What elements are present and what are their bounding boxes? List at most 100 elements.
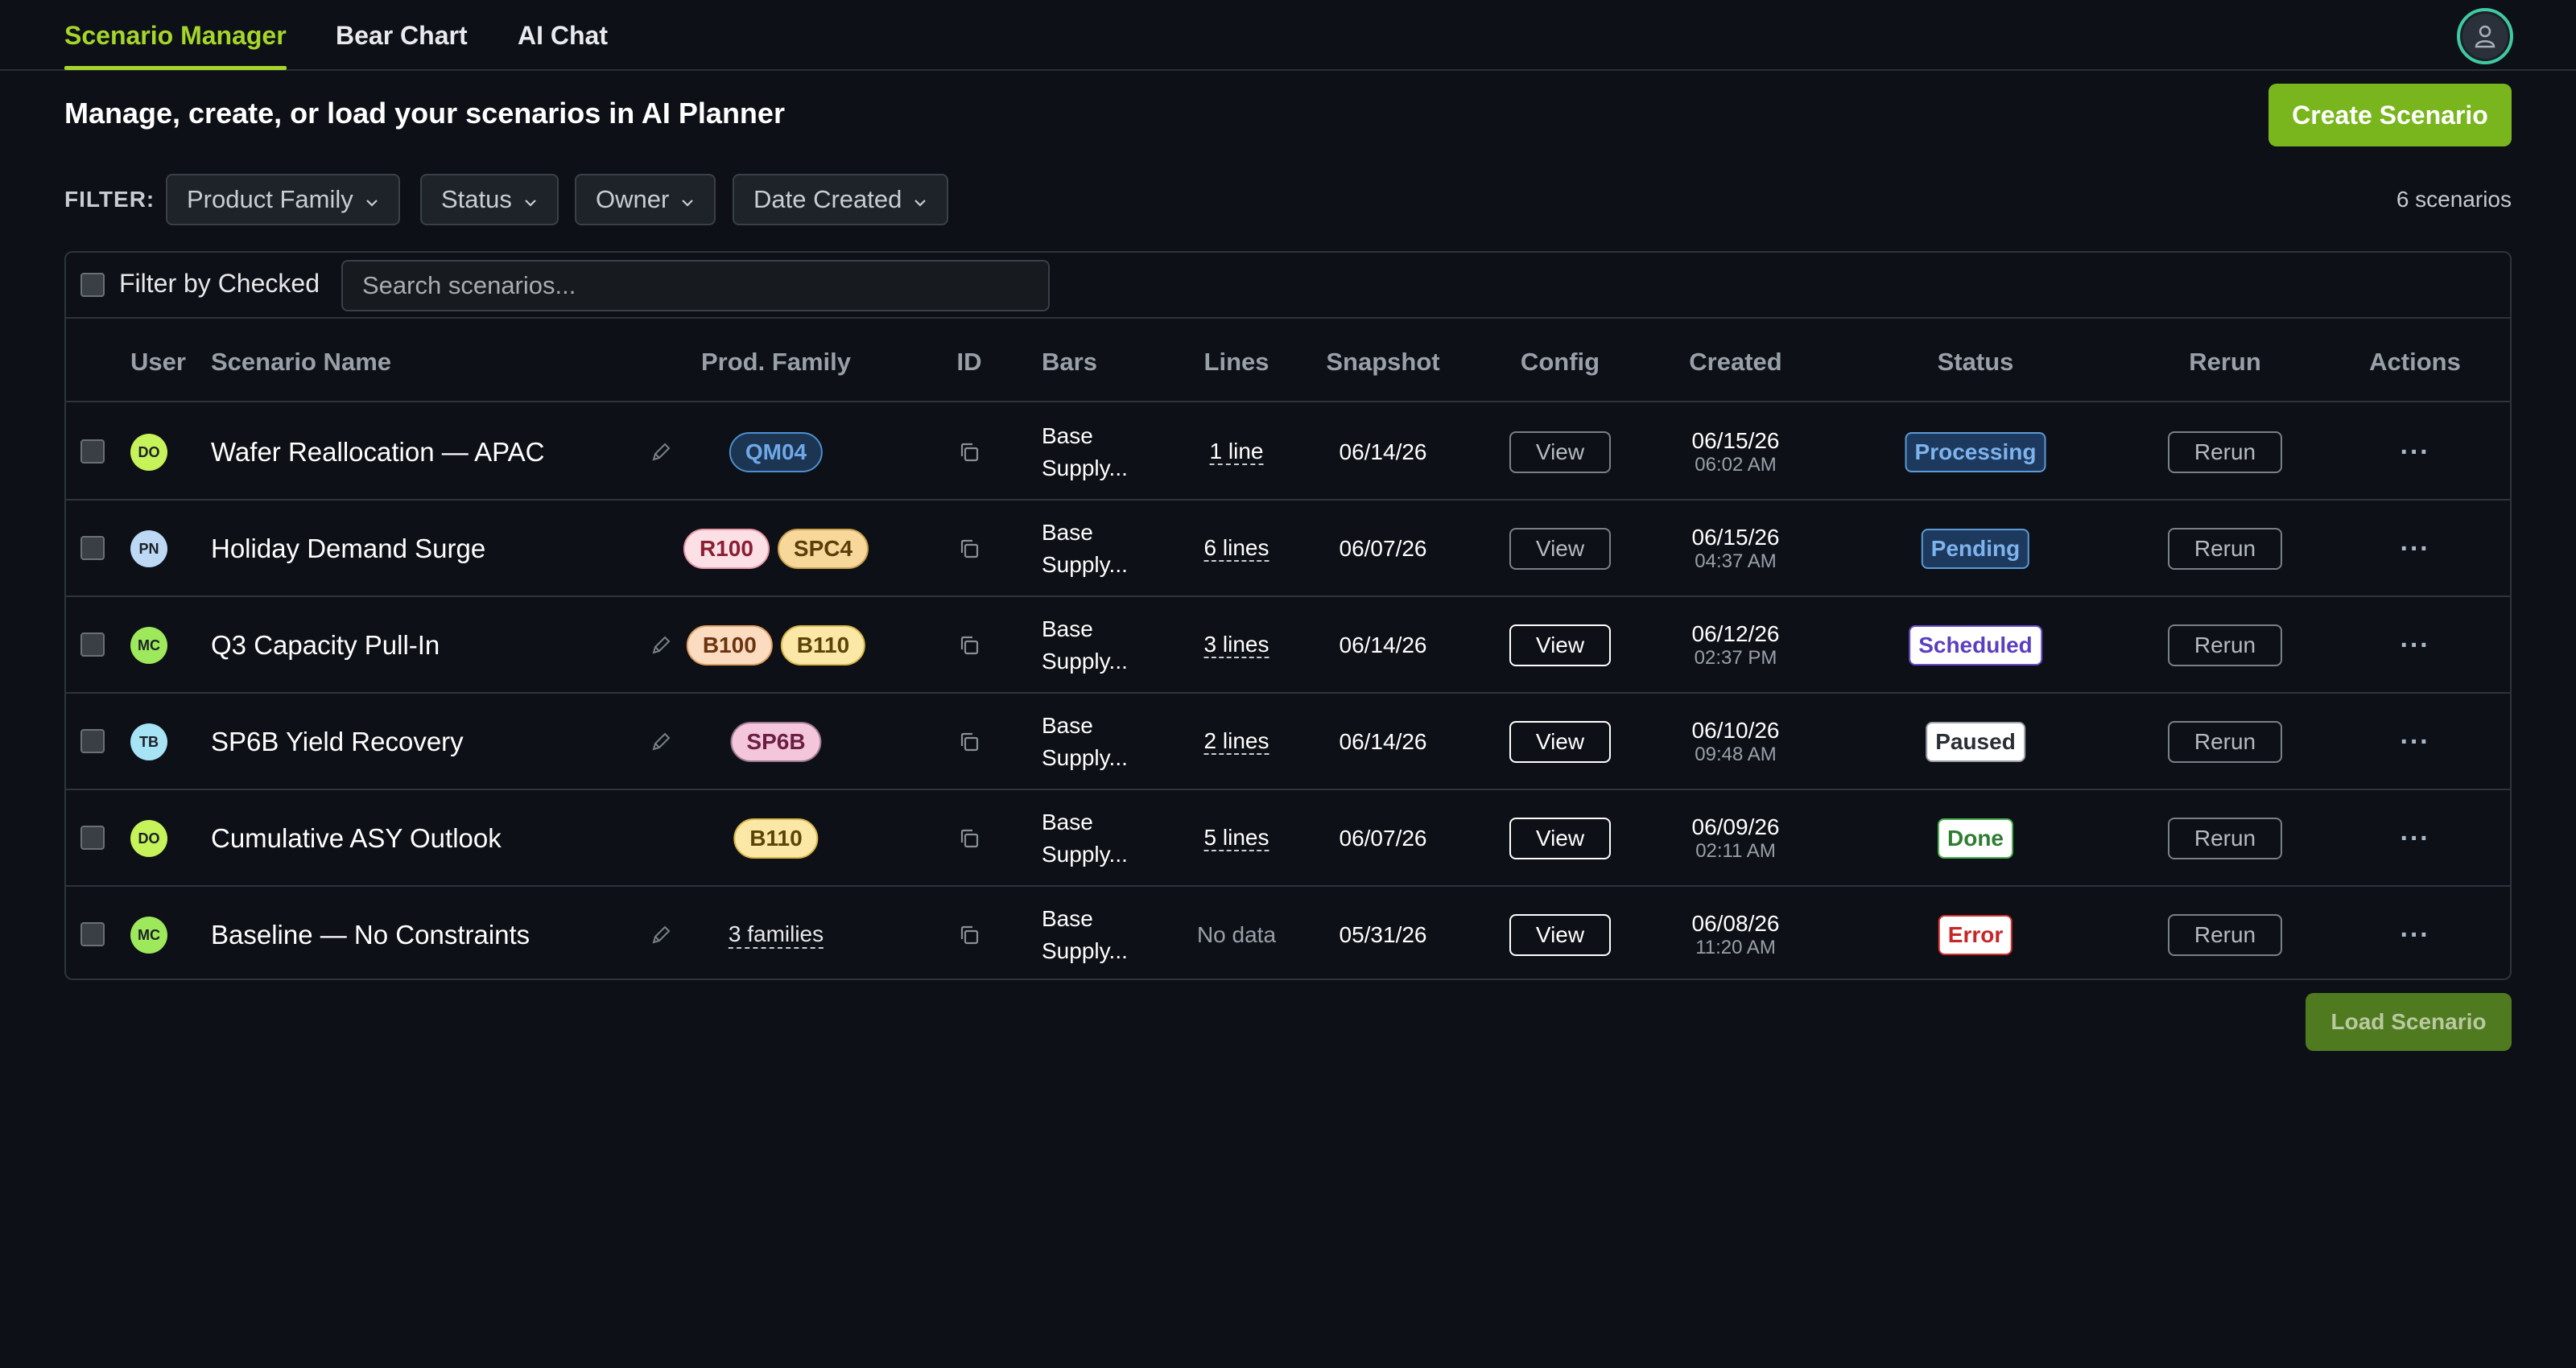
table-row[interactable]: MC Baseline — No Constraints 3 families … [66,887,2510,979]
lines-link[interactable]: 6 lines [1203,536,1269,562]
created-date: 06/09/26 [1691,814,1780,839]
view-config-button[interactable]: View [1509,914,1611,956]
copy-id-icon[interactable] [956,694,982,790]
load-scenario-button[interactable]: Load Scenario [2306,993,2512,1051]
scenario-name[interactable]: Wafer Reallocation — APAC [211,437,545,468]
product-family-pill[interactable]: B100 [686,625,773,665]
table-row[interactable]: DO Cumulative ASY Outlook B110 Base Suppl… [66,790,2510,887]
view-config-button[interactable]: View [1509,431,1611,473]
column-header-config[interactable]: Config [1521,348,1600,377]
lines-link[interactable]: 1 line [1209,439,1264,465]
column-header-id[interactable]: ID [957,348,982,377]
bars-cell: Base Supply... [1042,517,1128,581]
scenarios-table: Filter by Checked User Scenario Name Pro… [64,251,2512,980]
filter-product-family-dropdown[interactable]: Product Family [166,174,400,225]
more-actions-icon[interactable]: ··· [2401,630,2430,661]
more-actions-icon[interactable]: ··· [2401,823,2430,855]
column-header-snapshot[interactable]: Snapshot [1326,348,1439,377]
table-row[interactable]: TB SP6B Yield Recovery SP6B Base Supply..… [66,694,2510,790]
row-select-checkbox[interactable] [80,729,105,753]
product-family-pill[interactable]: SPC4 [777,529,869,569]
more-actions-icon[interactable]: ··· [2401,920,2430,951]
filter-dropdown-label: Product Family [187,185,353,213]
copy-id-icon[interactable] [956,887,982,979]
edit-name-icon[interactable] [649,597,673,694]
more-actions-icon[interactable]: ··· [2401,534,2430,565]
product-family-pill[interactable]: B110 [780,625,866,665]
filter-by-checked-checkbox[interactable] [80,273,105,297]
snapshot-date: 06/14/26 [1339,632,1427,657]
scenario-name[interactable]: Q3 Capacity Pull-In [211,630,440,661]
table-header: User Scenario Name Prod. Family ID Bars … [66,320,2510,402]
scenario-name[interactable]: Cumulative ASY Outlook [211,823,502,854]
product-family-pill[interactable]: QM04 [729,432,824,472]
view-config-button[interactable]: View [1509,624,1611,666]
table-row[interactable]: PN Holiday Demand Surge R100 SPC4 Base Sup… [66,501,2510,597]
filter-date-created-dropdown[interactable]: Date Created [733,174,949,225]
created-date: 06/15/26 [1691,525,1780,550]
product-family-pill[interactable]: B110 [733,818,819,859]
created-time: 11:20 AM [1695,937,1776,958]
column-header-scenario-name[interactable]: Scenario Name [211,348,391,377]
copy-id-icon[interactable] [956,501,982,597]
view-config-button[interactable]: View [1509,528,1611,570]
table-row[interactable]: MC Q3 Capacity Pull-In B100 B110 Base Supp… [66,597,2510,694]
user-avatar: TB [130,723,167,760]
created-date: 06/08/26 [1691,911,1780,936]
view-config-button[interactable]: View [1509,818,1611,859]
lines-link[interactable]: 3 lines [1203,632,1269,658]
copy-id-icon[interactable] [956,404,982,501]
column-header-actions[interactable]: Actions [2369,348,2461,377]
product-family-pill[interactable]: R100 [683,529,770,569]
search-input[interactable] [341,260,1050,311]
snapshot-date: 06/14/26 [1339,729,1427,754]
column-header-prod-family[interactable]: Prod. Family [701,348,851,377]
bars-line-2: Supply... [1042,455,1128,480]
rerun-button[interactable]: Rerun [2168,624,2282,666]
created-date: 06/12/26 [1691,621,1780,646]
column-header-created[interactable]: Created [1689,348,1781,377]
column-header-rerun[interactable]: Rerun [2189,348,2261,377]
profile-avatar-button[interactable] [2457,8,2513,64]
rerun-button[interactable]: Rerun [2168,818,2282,859]
column-header-lines[interactable]: Lines [1204,348,1269,377]
tab-bear-chart[interactable]: Bear Chart [336,19,468,69]
copy-id-icon[interactable] [956,790,982,887]
column-header-bars[interactable]: Bars [1042,348,1097,377]
rerun-button[interactable]: Rerun [2168,528,2282,570]
column-header-status[interactable]: Status [1938,348,2014,377]
row-select-checkbox[interactable] [80,922,105,946]
view-config-button[interactable]: View [1509,721,1611,763]
more-actions-icon[interactable]: ··· [2401,727,2430,758]
rerun-button[interactable]: Rerun [2168,721,2282,763]
edit-name-icon[interactable] [649,887,673,979]
scenario-name[interactable]: Holiday Demand Surge [211,534,485,564]
scenario-name[interactable]: Baseline — No Constraints [211,920,530,950]
edit-name-icon[interactable] [649,694,673,790]
product-family-pill[interactable]: SP6B [730,722,822,762]
filter-owner-dropdown[interactable]: Owner [575,174,716,225]
create-scenario-button[interactable]: Create Scenario [2268,84,2512,146]
more-actions-icon[interactable]: ··· [2401,437,2430,468]
lines-link[interactable]: 2 lines [1203,729,1269,755]
lines-link[interactable]: 5 lines [1203,826,1269,851]
user-avatar: DO [130,434,167,471]
column-header-user[interactable]: User [130,348,186,377]
created-time: 02:37 PM [1694,647,1777,669]
row-select-checkbox[interactable] [80,536,105,560]
tab-ai-chat[interactable]: AI Chat [518,19,608,69]
filter-status-dropdown[interactable]: Status [420,174,559,225]
row-select-checkbox[interactable] [80,439,105,464]
scenario-name[interactable]: SP6B Yield Recovery [211,727,464,757]
created-time: 02:11 AM [1695,840,1776,862]
rerun-button[interactable]: Rerun [2168,914,2282,956]
row-select-checkbox[interactable] [80,826,105,850]
product-families-link[interactable]: 3 families [728,921,824,949]
row-select-checkbox[interactable] [80,632,105,657]
edit-name-icon[interactable] [649,404,673,501]
rerun-button[interactable]: Rerun [2168,431,2282,473]
table-row[interactable]: DO Wafer Reallocation — APAC QM04 Base Su… [66,404,2510,501]
copy-id-icon[interactable] [956,597,982,694]
scenario-count: 6 scenarios [2396,187,2512,212]
tab-scenario-manager[interactable]: Scenario Manager [64,19,287,70]
